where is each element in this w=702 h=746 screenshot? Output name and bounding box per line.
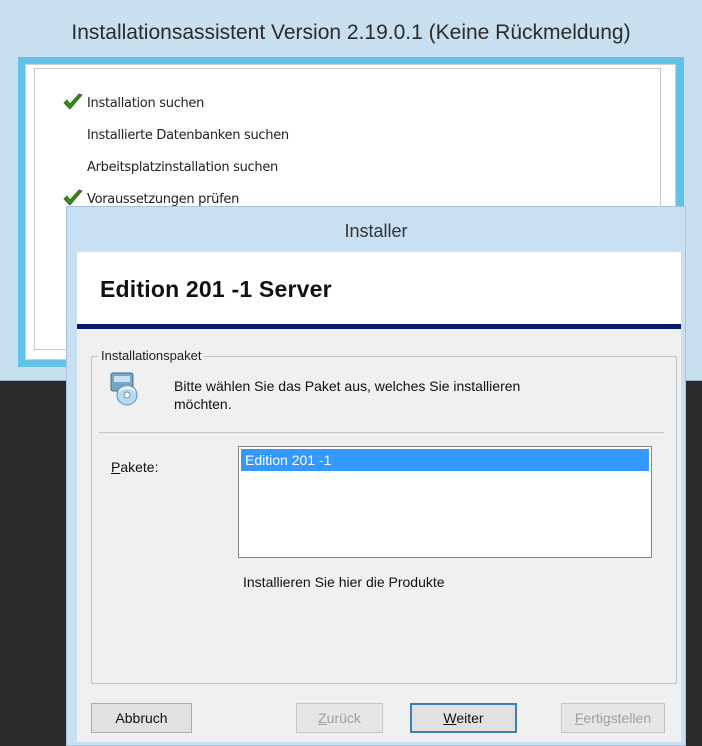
step-label: Voraussetzungen prüfen bbox=[87, 192, 240, 207]
window-title: Installationsassistent Version 2.19.0.1 … bbox=[71, 21, 631, 44]
group-label: Installationspaket bbox=[98, 348, 205, 363]
step-label: Installierte Datenbanken suchen bbox=[87, 128, 289, 143]
intro-line: Bitte wählen Sie das Paket aus, welches … bbox=[174, 378, 521, 394]
edition-heading: Edition 201 -1 Server bbox=[100, 276, 332, 302]
accelerator-key: W bbox=[443, 710, 457, 726]
button-text: ertigstellen bbox=[583, 710, 652, 726]
label-text: akete: bbox=[120, 459, 159, 475]
step-label: Installation suchen bbox=[87, 96, 205, 111]
accelerator-key: P bbox=[111, 459, 121, 475]
installer-dialog: Installer Edition 201 -1 Server Installa… bbox=[66, 206, 686, 746]
checkmark-icon bbox=[63, 189, 83, 206]
divider bbox=[99, 432, 664, 433]
intro-line: möchten. bbox=[174, 396, 232, 412]
step-item-arbeitsplatz-suchen: Arbeitsplatzinstallation suchen bbox=[87, 160, 278, 175]
dialog-header: Edition 201 -1 Server bbox=[77, 252, 681, 324]
accelerator-key: Z bbox=[318, 710, 327, 726]
list-item[interactable]: Edition 201 -1 bbox=[241, 449, 649, 471]
install-package-icon bbox=[110, 372, 138, 406]
dialog-body: Edition 201 -1 Server Installationspaket… bbox=[77, 252, 681, 742]
packages-listbox[interactable]: Edition 201 -1 bbox=[238, 446, 652, 558]
intro-text: Bitte wählen Sie das Paket aus, welches … bbox=[174, 377, 614, 413]
checkmark-icon bbox=[63, 93, 83, 110]
dialog-title: Installer bbox=[344, 221, 408, 241]
next-button[interactable]: Weiter bbox=[410, 703, 517, 733]
step-item-datenbanken-suchen: Installierte Datenbanken suchen bbox=[87, 128, 289, 143]
button-text: eiter bbox=[456, 710, 484, 726]
header-divider bbox=[77, 324, 681, 329]
packages-label: Pakete: bbox=[111, 459, 158, 475]
button-text: urück bbox=[326, 710, 361, 726]
step-item-installation-suchen: Installation suchen bbox=[63, 93, 205, 111]
finish-button[interactable]: Fertigstellen bbox=[561, 703, 665, 733]
cancel-button[interactable]: Abbruch bbox=[91, 703, 192, 733]
step-item-voraussetzungen-pruefen: Voraussetzungen prüfen bbox=[63, 189, 240, 207]
step-label: Arbeitsplatzinstallation suchen bbox=[87, 160, 278, 175]
back-button[interactable]: Zurück bbox=[296, 703, 383, 733]
hint-text: Installieren Sie hier die Produkte bbox=[243, 574, 445, 590]
